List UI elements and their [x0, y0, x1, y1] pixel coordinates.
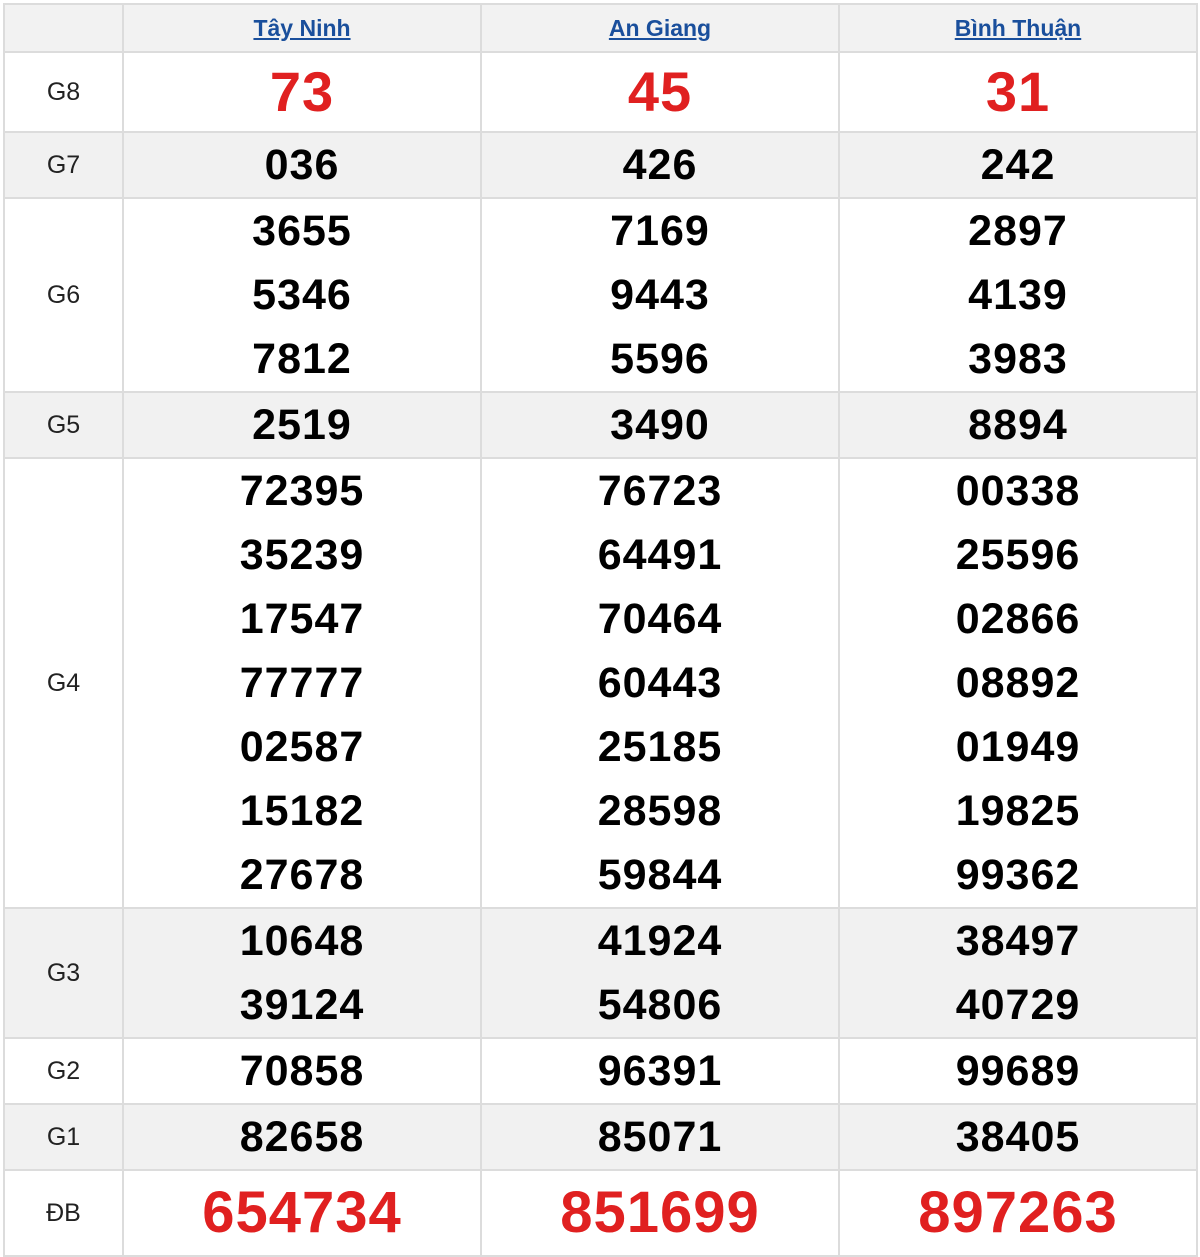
prize-number: 10648 [239, 917, 365, 965]
prize-row-g1: G1 82658 85071 38405 [3, 1103, 1198, 1171]
prize-row-g8: G8 73 45 31 [3, 51, 1198, 133]
prize-number: 3655 [252, 207, 352, 255]
prize-number: 5596 [610, 335, 710, 383]
prize-number: 64491 [597, 531, 723, 579]
prize-label-g4: G4 [3, 457, 124, 909]
prize-number: 70858 [239, 1047, 365, 1095]
prize-number: 59844 [597, 851, 723, 899]
lottery-results-table: Tây Ninh An Giang Bình Thuận G8 73 45 31… [3, 3, 1198, 1257]
prize-number: 5346 [252, 271, 352, 319]
prize-number: 242 [980, 141, 1056, 189]
prize-number: 19825 [955, 787, 1081, 835]
prize-number: 3983 [968, 335, 1068, 383]
prize-number: 4139 [968, 271, 1068, 319]
province-link-an-giang[interactable]: An Giang [609, 15, 711, 41]
prize-number: 00338 [955, 467, 1081, 515]
province-link-tay-ninh[interactable]: Tây Ninh [253, 15, 350, 41]
prize-number: 25596 [955, 531, 1081, 579]
prize-label-g6: G6 [3, 197, 124, 393]
prize-row-g6: G6 3655 5346 7812 7169 9443 5596 2897 41… [3, 197, 1198, 393]
prize-number: 73 [269, 60, 335, 123]
prize-number: 2897 [968, 207, 1068, 255]
province-link-binh-thuan[interactable]: Bình Thuận [955, 15, 1081, 41]
prize-number: 01949 [955, 723, 1081, 771]
prize-number: 45 [627, 60, 693, 123]
special-prize-number: 654734 [202, 1180, 402, 1245]
province-header-cell: Bình Thuận [838, 3, 1198, 53]
prize-number: 27678 [239, 851, 365, 899]
prize-number: 02587 [239, 723, 365, 771]
prize-number: 02866 [955, 595, 1081, 643]
prize-number: 39124 [239, 981, 365, 1029]
prize-number: 7812 [252, 335, 352, 383]
prize-number: 25185 [597, 723, 723, 771]
province-header-cell: Tây Ninh [122, 3, 482, 53]
prize-number: 72395 [239, 467, 365, 515]
prize-number: 426 [622, 141, 698, 189]
prize-label-g5: G5 [3, 391, 124, 459]
prize-label-g1: G1 [3, 1103, 124, 1171]
prize-number: 31 [985, 60, 1051, 123]
prize-number: 96391 [597, 1047, 723, 1095]
prize-label-g3: G3 [3, 907, 124, 1039]
prize-row-g2: G2 70858 96391 99689 [3, 1037, 1198, 1105]
prize-number: 2519 [252, 401, 352, 449]
prize-number: 70464 [597, 595, 723, 643]
prize-label-db: ĐB [3, 1169, 124, 1257]
prize-number: 85071 [597, 1113, 723, 1161]
prize-row-g4: G4 72395 35239 17547 77777 02587 15182 2… [3, 457, 1198, 909]
prize-number: 41924 [597, 917, 723, 965]
prize-number: 54806 [597, 981, 723, 1029]
special-prize-number: 897263 [918, 1180, 1118, 1245]
prize-number: 99362 [955, 851, 1081, 899]
prize-label-g8: G8 [3, 51, 124, 133]
prize-number: 3490 [610, 401, 710, 449]
province-header-row: Tây Ninh An Giang Bình Thuận [3, 3, 1198, 53]
prize-number: 8894 [968, 401, 1068, 449]
prize-number: 82658 [239, 1113, 365, 1161]
prize-number: 77777 [239, 659, 365, 707]
prize-number: 40729 [955, 981, 1081, 1029]
prize-label-g7: G7 [3, 131, 124, 199]
header-empty-cell [3, 3, 124, 53]
prize-row-g5: G5 2519 3490 8894 [3, 391, 1198, 459]
prize-row-g3: G3 10648 39124 41924 54806 38497 40729 [3, 907, 1198, 1039]
prize-number: 38405 [955, 1113, 1081, 1161]
prize-number: 036 [264, 141, 340, 189]
prize-number: 28598 [597, 787, 723, 835]
prize-number: 17547 [239, 595, 365, 643]
prize-number: 9443 [610, 271, 710, 319]
prize-number: 38497 [955, 917, 1081, 965]
prize-number: 7169 [610, 207, 710, 255]
prize-number: 15182 [239, 787, 365, 835]
prize-row-g7: G7 036 426 242 [3, 131, 1198, 199]
province-header-cell: An Giang [480, 3, 840, 53]
prize-number: 60443 [597, 659, 723, 707]
prize-label-g2: G2 [3, 1037, 124, 1105]
prize-number: 08892 [955, 659, 1081, 707]
prize-number: 35239 [239, 531, 365, 579]
prize-row-db: ĐB 654734 851699 897263 [3, 1169, 1198, 1257]
prize-number: 76723 [597, 467, 723, 515]
prize-number: 99689 [955, 1047, 1081, 1095]
special-prize-number: 851699 [560, 1180, 760, 1245]
